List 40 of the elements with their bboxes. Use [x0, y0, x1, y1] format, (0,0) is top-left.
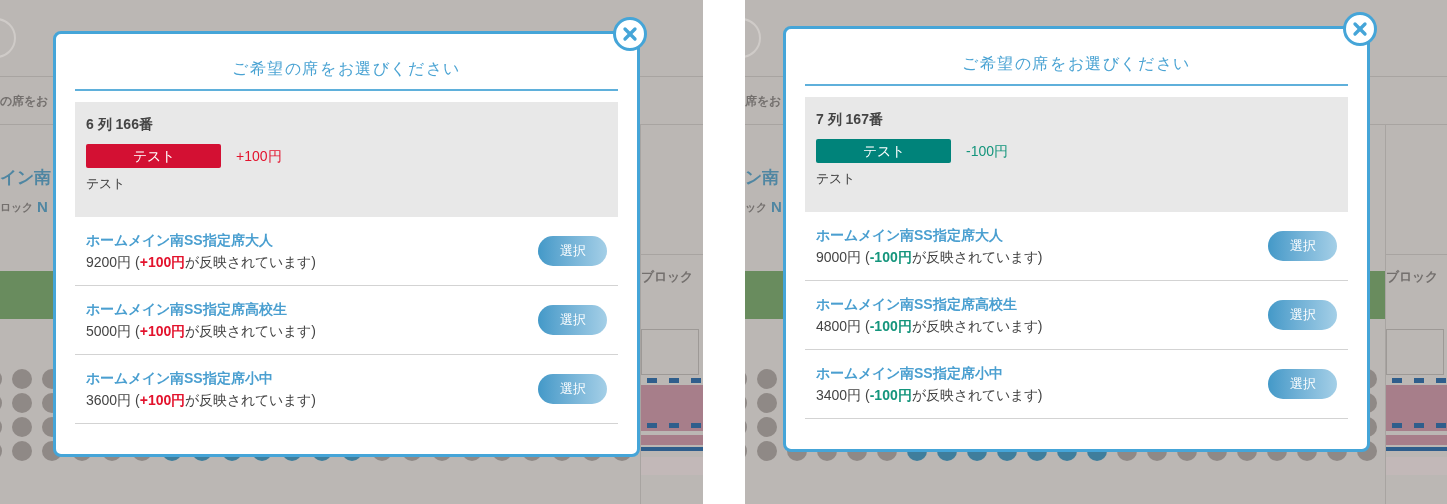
seat-description: テスト [816, 170, 855, 188]
dialog-title: ご希望の席をお選びください [232, 59, 461, 79]
ticket-name: ホームメイン南SS指定席大人 [86, 231, 274, 250]
category-tag: テスト [816, 139, 951, 163]
section-heading: の席をお [0, 92, 48, 110]
select-button[interactable]: 選択 [538, 374, 607, 404]
category-tag: テスト [86, 144, 221, 168]
price-adjustment: -100円 [966, 141, 1009, 161]
select-button[interactable]: 選択 [1268, 369, 1337, 399]
seat-number: 7 列 167番 [816, 110, 883, 129]
venue-title: ン南 [745, 169, 779, 186]
ticket-name: ホームメイン南SS指定席小中 [86, 369, 274, 388]
dialog-title: ご希望の席をお選びください [962, 54, 1191, 74]
close-icon [620, 24, 640, 44]
block-label: ック [745, 200, 767, 215]
seat-description: テスト [86, 175, 125, 193]
block-letter: N [37, 197, 48, 217]
ticket-price: 9200円 (+100円が反映されています) [86, 253, 316, 272]
ticket-name: ホームメイン南SS指定席高校生 [86, 300, 288, 319]
ticket-price: 3600円 (+100円が反映されています) [86, 391, 316, 410]
close-icon [1350, 19, 1370, 39]
select-button[interactable]: 選択 [1268, 231, 1337, 261]
block-letter: N [771, 197, 782, 217]
block-label: ブロック [1386, 268, 1439, 286]
ticket-name: ホームメイン南SS指定席小中 [816, 364, 1004, 383]
ticket-price: 5000円 (+100円が反映されています) [86, 322, 316, 341]
seat-number: 6 列 166番 [86, 115, 153, 134]
ticket-name: ホームメイン南SS指定席大人 [816, 226, 1004, 245]
ticket-price: 9000円 (-100円が反映されています) [816, 248, 1043, 267]
ticket-name: ホームメイン南SS指定席高校生 [816, 295, 1018, 314]
price-adjustment: +100円 [236, 146, 282, 166]
block-label: ロック [0, 200, 33, 215]
block-label: ブロック [641, 268, 694, 286]
ticket-price: 3400円 (-100円が反映されています) [816, 386, 1043, 405]
select-button[interactable]: 選択 [538, 305, 607, 335]
venue-title: イン南 [0, 169, 51, 186]
select-button[interactable]: 選択 [1268, 300, 1337, 330]
select-button[interactable]: 選択 [538, 236, 607, 266]
ticket-price: 4800円 (-100円が反映されています) [816, 317, 1043, 336]
section-heading: 席をお [745, 92, 781, 110]
